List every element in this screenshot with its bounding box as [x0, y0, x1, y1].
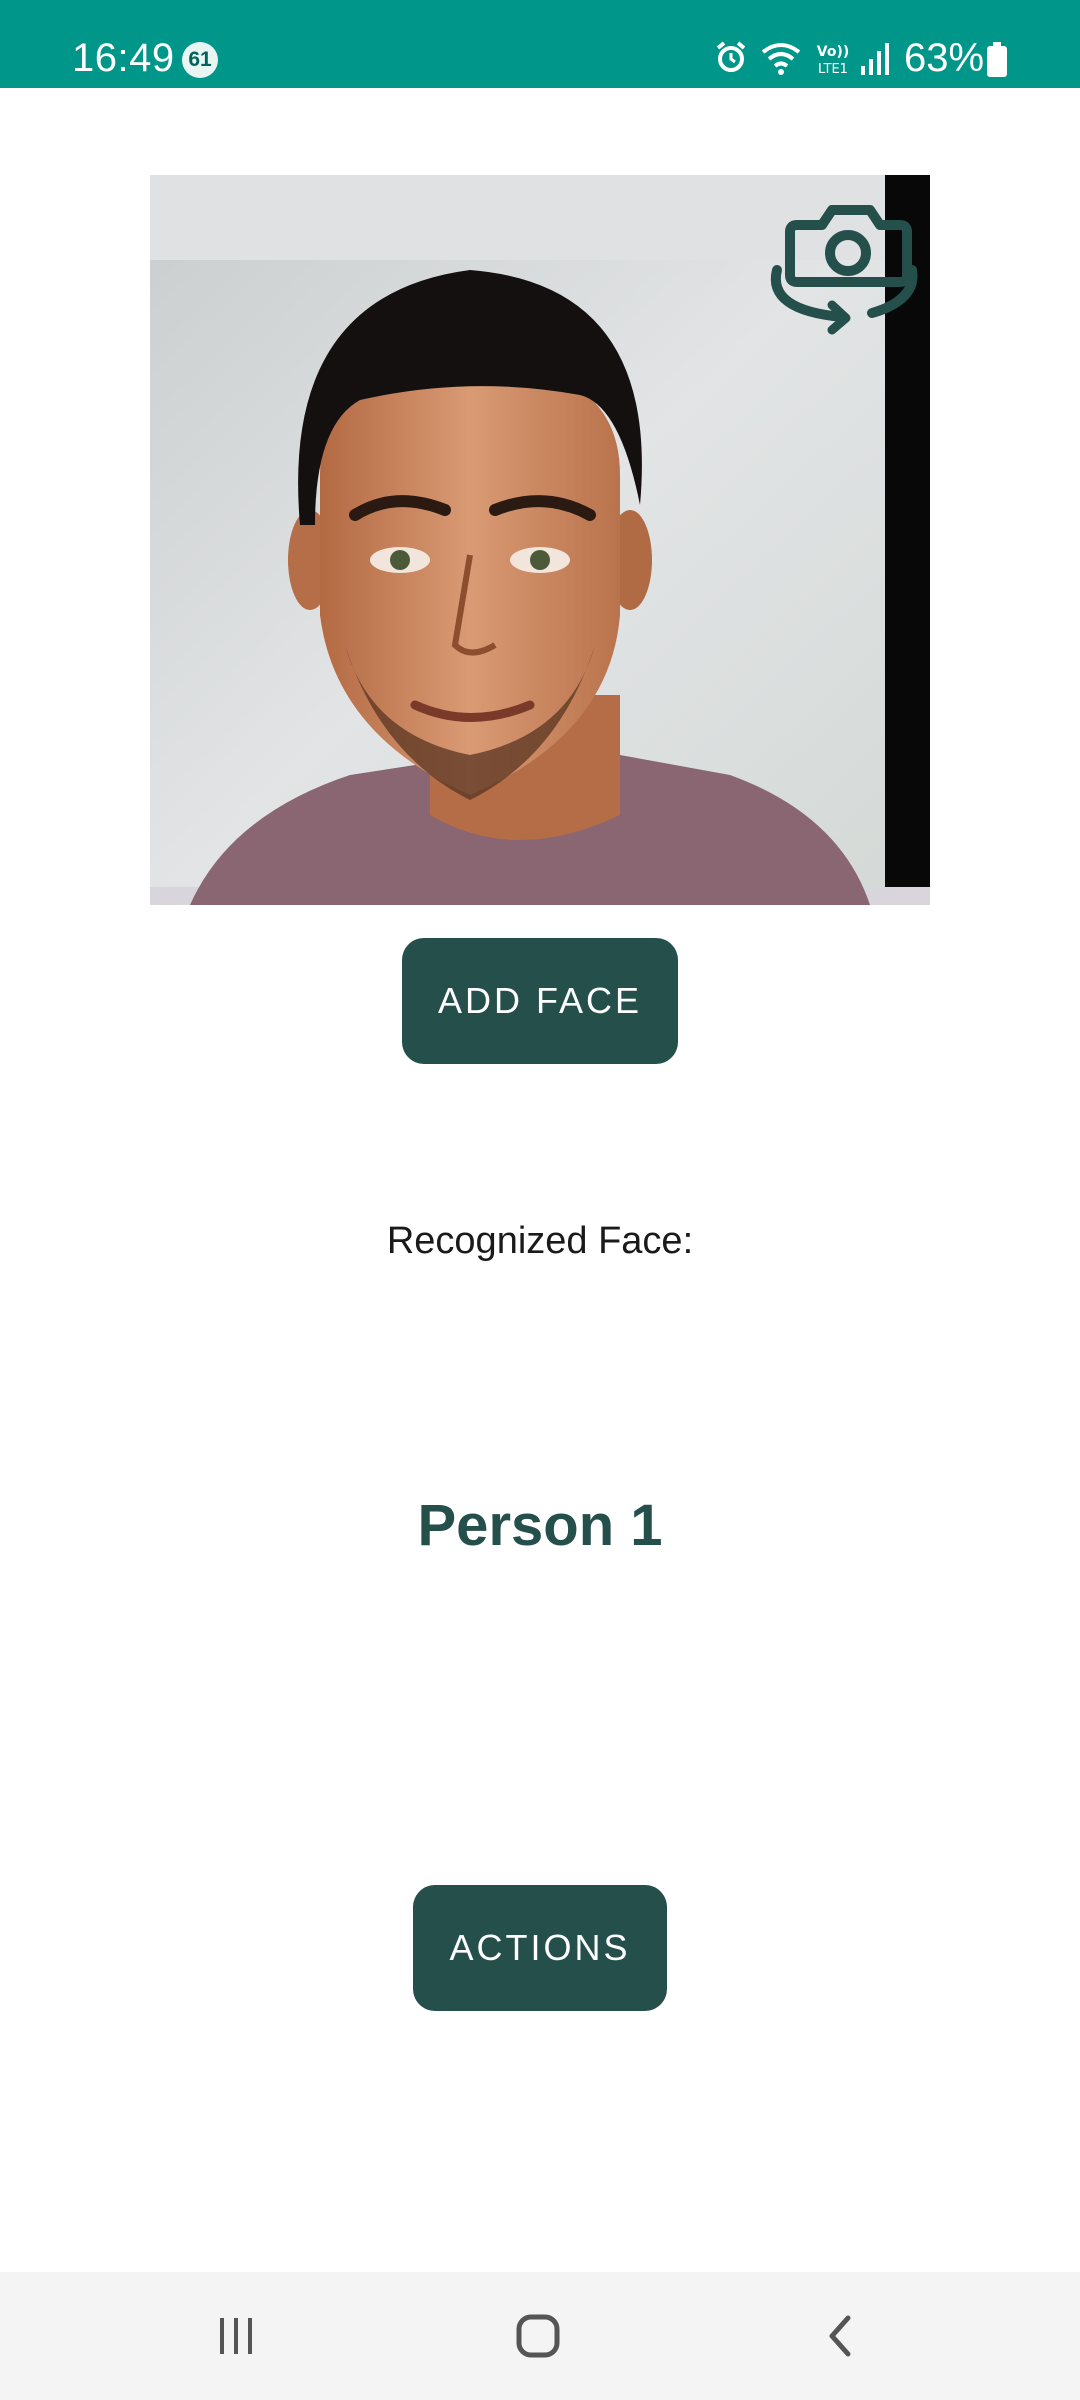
recognized-face-label: Recognized Face: [386, 1220, 694, 1262]
home-button[interactable] [448, 2272, 628, 2400]
battery-percent: 63% [904, 36, 985, 80]
volte-icon: Vo)) LTE1 [812, 42, 854, 77]
home-icon [516, 2314, 560, 2358]
signal-icon [861, 43, 889, 75]
actions-button[interactable]: ACTIONS [413, 1885, 667, 2011]
notification-badge: 61 [182, 42, 218, 78]
switch-camera-icon [770, 205, 918, 335]
battery-icon [987, 42, 1007, 77]
svg-text:Vo)): Vo)) [817, 44, 849, 60]
back-icon [829, 2315, 851, 2357]
recent-apps-icon [220, 2318, 252, 2354]
navigation-bar [0, 2272, 1080, 2400]
recognized-person-name: Person 1 [417, 1493, 663, 1558]
add-face-button[interactable]: ADD FACE [402, 938, 678, 1064]
back-button[interactable] [750, 2272, 930, 2400]
svg-text:LTE1: LTE1 [818, 62, 848, 76]
switch-camera-button[interactable] [762, 185, 920, 335]
status-bar: 16:49 61 Vo)) LTE1 63% [0, 0, 1080, 88]
status-time: 16:49 [72, 36, 175, 80]
wifi-icon [761, 43, 801, 75]
recent-apps-button[interactable] [146, 2272, 326, 2400]
alarm-icon [716, 41, 746, 72]
camera-preview [150, 175, 930, 905]
